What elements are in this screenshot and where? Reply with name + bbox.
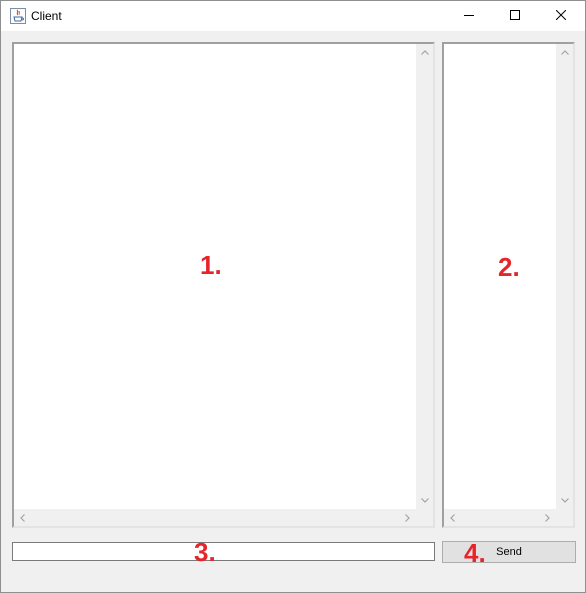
user-list-horizontal-scrollbar[interactable] xyxy=(444,509,556,526)
chat-log-horizontal-scrollbar[interactable] xyxy=(14,509,416,526)
minimize-icon xyxy=(464,7,474,25)
annotation-label-3: 3. xyxy=(194,537,216,567)
send-button[interactable]: Send xyxy=(442,541,576,563)
annotation-label-4: 4. xyxy=(464,538,486,568)
close-icon xyxy=(555,7,567,25)
chat-log-area[interactable] xyxy=(12,42,435,528)
user-list-vertical-scrollbar[interactable] xyxy=(556,44,573,509)
scroll-right-arrow-icon[interactable] xyxy=(399,509,416,526)
title-bar[interactable]: Client xyxy=(1,1,585,31)
maximize-icon xyxy=(510,7,520,25)
scroll-down-arrow-icon[interactable] xyxy=(556,492,573,509)
scroll-right-arrow-icon[interactable] xyxy=(539,509,556,526)
scrollbar-corner xyxy=(416,509,433,526)
scroll-up-arrow-icon[interactable] xyxy=(416,44,433,61)
user-list-area[interactable] xyxy=(442,42,575,528)
scroll-down-arrow-icon[interactable] xyxy=(416,492,433,509)
window-title: Client xyxy=(31,9,62,23)
scroll-left-arrow-icon[interactable] xyxy=(444,509,461,526)
chat-log-vertical-scrollbar[interactable] xyxy=(416,44,433,509)
annotation-label-2: 2. xyxy=(498,252,520,282)
message-input[interactable] xyxy=(12,542,435,561)
minimize-button[interactable] xyxy=(446,1,492,31)
maximize-button[interactable] xyxy=(492,1,538,31)
close-button[interactable] xyxy=(538,1,584,31)
scroll-left-arrow-icon[interactable] xyxy=(14,509,31,526)
annotation-label-1: 1. xyxy=(200,250,222,280)
java-app-icon xyxy=(10,8,26,24)
client-window: Client Send 1. 2. 3. 4. xyxy=(0,0,586,593)
scroll-up-arrow-icon[interactable] xyxy=(556,44,573,61)
scrollbar-corner xyxy=(556,509,573,526)
